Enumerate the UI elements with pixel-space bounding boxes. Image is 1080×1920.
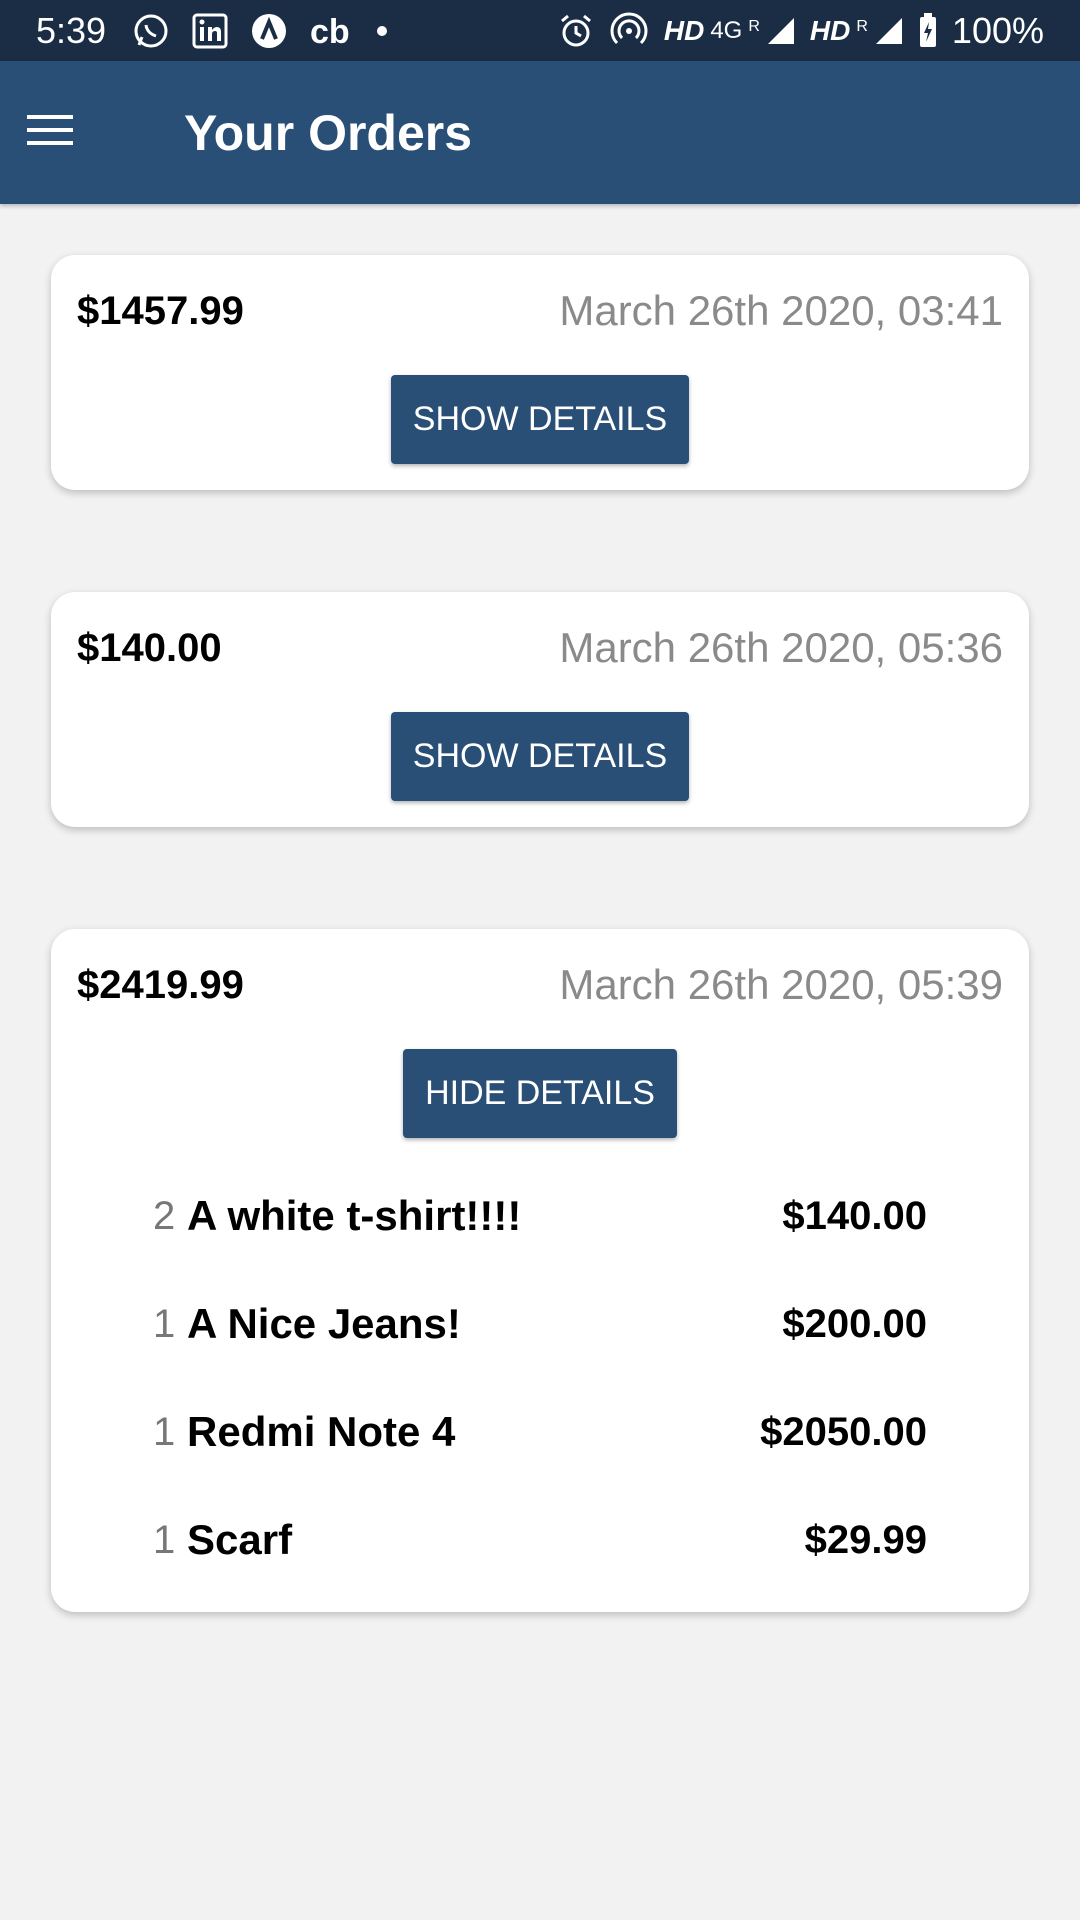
item-price: $140.00 bbox=[782, 1193, 927, 1238]
order-date: March 26th 2020, 05:39 bbox=[559, 961, 1003, 1008]
hamburger-menu-icon bbox=[27, 113, 73, 152]
order-items: 2 A white t-shirt!!!! $140.00 1 A Nice J… bbox=[77, 1162, 1003, 1594]
app-icon bbox=[250, 12, 288, 50]
order-item: 1 Redmi Note 4 $2050.00 bbox=[153, 1378, 927, 1486]
show-details-button[interactable]: SHOW DETAILS bbox=[390, 712, 690, 801]
svg-text:cb: cb bbox=[310, 13, 350, 49]
item-quantity: 2 bbox=[153, 1193, 176, 1238]
order-total: $1457.99 bbox=[77, 288, 244, 333]
order-date: March 26th 2020, 03:41 bbox=[559, 287, 1003, 334]
battery-percentage: 100% bbox=[951, 9, 1044, 51]
order-date: March 26th 2020, 05:36 bbox=[559, 624, 1003, 671]
show-details-button[interactable]: SHOW DETAILS bbox=[390, 375, 690, 464]
order-item: 2 A white t-shirt!!!! $140.00 bbox=[153, 1162, 927, 1270]
roaming2-label: R bbox=[856, 17, 868, 35]
whatsapp-icon bbox=[132, 12, 170, 50]
app-bar: Your Orders bbox=[0, 61, 1080, 204]
hotspot-icon bbox=[610, 11, 648, 50]
dot-icon bbox=[376, 25, 388, 37]
hide-details-button[interactable]: HIDE DETAILS bbox=[403, 1049, 677, 1138]
item-title: Scarf bbox=[187, 1516, 293, 1563]
linkedin-icon bbox=[192, 13, 228, 49]
network-type-label: 4G bbox=[710, 16, 743, 44]
status-time: 5:39 bbox=[36, 9, 107, 51]
cb-icon: cb bbox=[310, 13, 354, 49]
alarm-icon bbox=[558, 13, 594, 49]
item-price: $29.99 bbox=[804, 1517, 927, 1562]
orders-list: $1457.99 March 26th 2020, 03:41 SHOW DET… bbox=[51, 255, 1029, 1714]
item-title: Redmi Note 4 bbox=[187, 1408, 456, 1455]
order-card: $2419.99 March 26th 2020, 05:39 HIDE DET… bbox=[51, 929, 1029, 1612]
item-title: A white t-shirt!!!! bbox=[187, 1192, 522, 1239]
signal-icon bbox=[766, 16, 796, 46]
order-card: $140.00 March 26th 2020, 05:36 SHOW DETA… bbox=[51, 592, 1029, 827]
order-item: 1 Scarf $29.99 bbox=[153, 1486, 927, 1594]
order-item: 1 A Nice Jeans! $200.00 bbox=[153, 1270, 927, 1378]
menu-button[interactable] bbox=[0, 83, 100, 183]
item-price: $200.00 bbox=[782, 1301, 927, 1346]
page-title: Your Orders bbox=[184, 104, 473, 161]
order-total: $2419.99 bbox=[77, 962, 244, 1007]
item-quantity: 1 bbox=[153, 1409, 176, 1454]
item-title: A Nice Jeans! bbox=[187, 1300, 461, 1347]
roaming1-label: R bbox=[748, 17, 760, 35]
network1-label: HD bbox=[663, 14, 705, 46]
item-price: $2050.00 bbox=[760, 1409, 927, 1454]
status-bar: 5:39 cb HD 4G R HD R 100% bbox=[0, 0, 1080, 61]
order-card: $1457.99 March 26th 2020, 03:41 SHOW DET… bbox=[51, 255, 1029, 490]
network2-label: HD bbox=[809, 14, 851, 46]
signal-icon bbox=[874, 16, 904, 46]
order-total: $140.00 bbox=[77, 625, 222, 670]
item-quantity: 1 bbox=[153, 1517, 176, 1562]
battery-charging-icon bbox=[918, 12, 938, 49]
item-quantity: 1 bbox=[153, 1301, 176, 1346]
